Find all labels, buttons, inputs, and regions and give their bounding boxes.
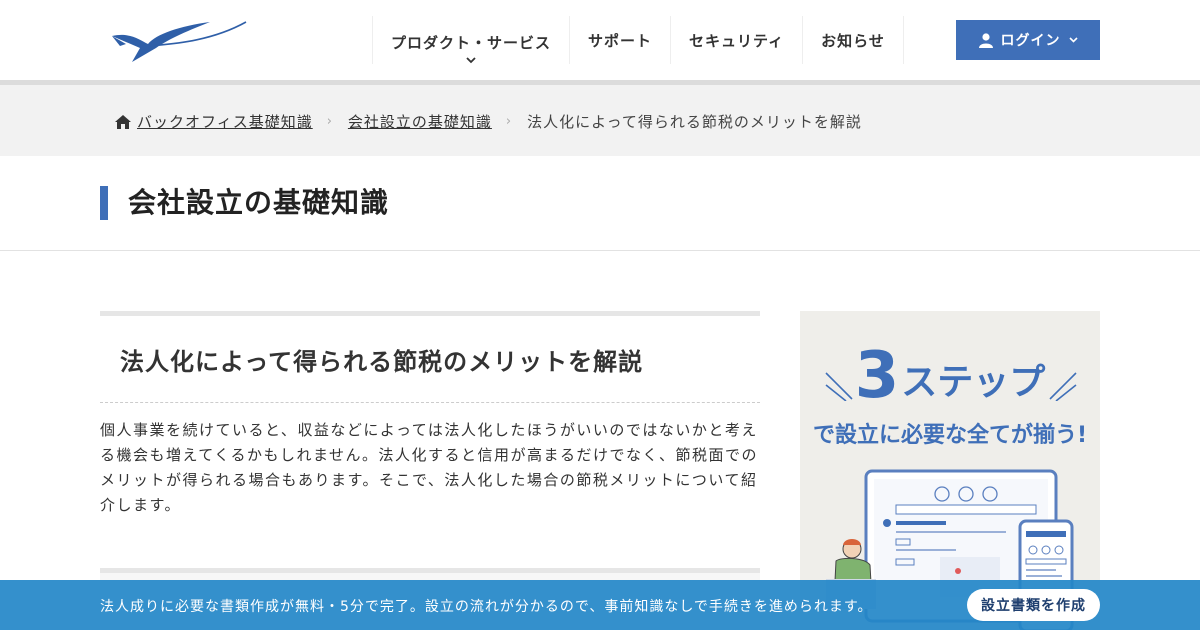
article-title-divider	[100, 402, 760, 403]
breadcrumb-link-backoffice[interactable]: バックオフィス基礎知識	[137, 111, 313, 132]
home-icon	[115, 114, 131, 129]
breadcrumb: バックオフィス基礎知識 › 会社設立の基礎知識 › 法人化によって得られる節税の…	[0, 85, 1200, 156]
section-title: 会社設立の基礎知識	[100, 186, 389, 220]
nav-news[interactable]: お知らせ	[802, 16, 904, 64]
nav-security-label: セキュリティ	[689, 31, 785, 50]
login-label: ログイン	[1000, 33, 1061, 49]
section-divider	[0, 250, 1200, 251]
cta-bar: 法人成りに必要な書類作成が無料・5分で完了。設立の流れが分かるので、事前知識なし…	[0, 580, 1200, 630]
breadcrumb-link-company-setup[interactable]: 会社設立の基礎知識	[348, 111, 492, 132]
main-nav: プロダクト・サービス サポート セキュリティ お知らせ	[372, 16, 904, 64]
article-top-border	[100, 311, 760, 316]
breadcrumb-separator-icon: ›	[326, 114, 333, 129]
cta-text: 法人成りに必要な書類作成が無料・5分で完了。設立の流れが分かるので、事前知識なし…	[100, 599, 873, 615]
article-lead: 個人事業を続けていると、収益などによっては法人化したほうがいいのではないかと考え…	[100, 421, 759, 514]
freee-logo[interactable]	[110, 14, 250, 66]
breadcrumb-current: 法人化によって得られる節税のメリットを解説	[527, 113, 862, 131]
site-header: プロダクト・サービス サポート セキュリティ お知らせ ログイン	[0, 0, 1200, 80]
nav-support[interactable]: サポート	[569, 16, 670, 64]
user-icon	[978, 32, 993, 48]
ad-number: 3	[854, 339, 900, 413]
ad-subline: で設立に必要な全てが揃う!	[812, 423, 1088, 448]
breadcrumb-separator-icon: ›	[505, 114, 513, 129]
swallow-logo-icon	[112, 21, 247, 62]
nav-security[interactable]: セキュリティ	[670, 16, 802, 64]
create-setup-documents-button[interactable]: 設立書類を作成	[967, 589, 1100, 621]
nav-news-label: お知らせ	[821, 31, 885, 50]
chevron-down-icon	[1068, 37, 1078, 43]
login-button[interactable]: ログイン	[956, 20, 1100, 60]
nav-products-label: プロダクト・サービス	[391, 34, 552, 52]
article-title: 法人化によって得られる節税のメリットを解説	[120, 348, 644, 376]
ad-headline: 3ステップ	[800, 341, 1100, 411]
nav-products[interactable]: プロダクト・サービス	[372, 16, 569, 64]
ad-steps-text: ステップ	[901, 362, 1046, 403]
nav-support-label: サポート	[588, 31, 653, 50]
chevron-down-icon	[466, 57, 476, 67]
